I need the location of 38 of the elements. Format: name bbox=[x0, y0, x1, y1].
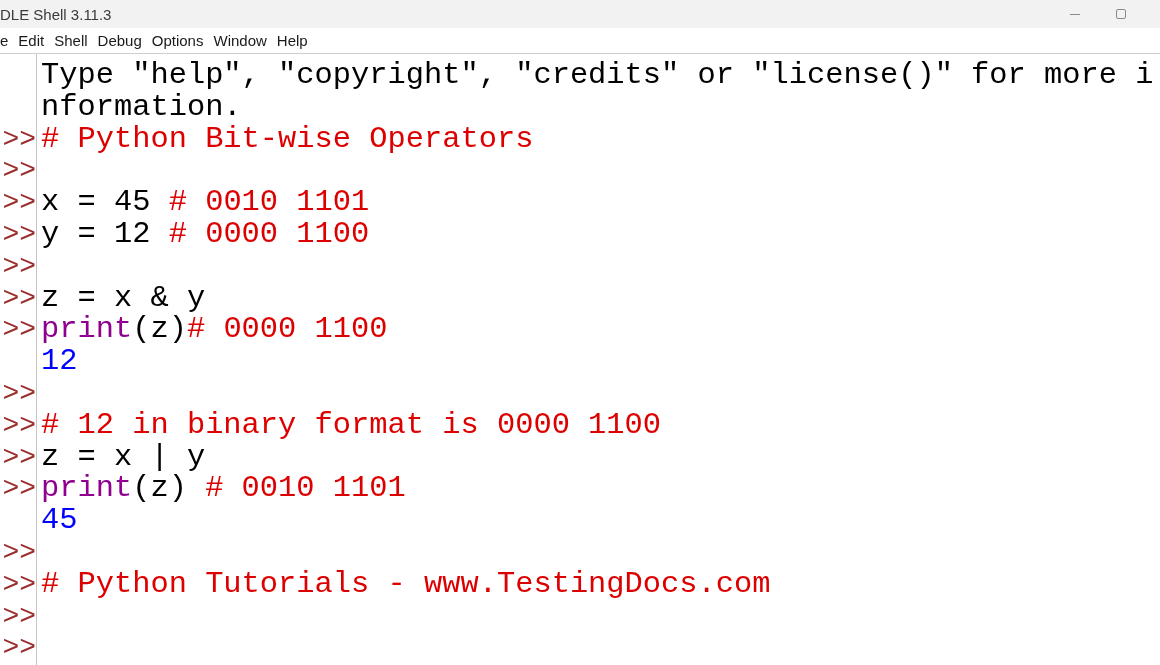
code-line: print(z)# 0000 1100 bbox=[41, 312, 388, 347]
code-line: z = x | y bbox=[41, 439, 206, 474]
maximize-icon bbox=[1116, 9, 1126, 19]
code-line: print(z) # 0010 1101 bbox=[41, 471, 406, 506]
code-line: # Python Tutorials - www.TestingDocs.com bbox=[41, 566, 771, 601]
prompt: >> bbox=[2, 473, 36, 506]
prompt: >> bbox=[2, 123, 36, 156]
prompt: >> bbox=[2, 314, 36, 347]
banner-text: nformation. bbox=[41, 89, 242, 124]
menu-item[interactable]: Window bbox=[213, 30, 267, 51]
prompt: >> bbox=[2, 219, 36, 251]
prompt: >> bbox=[2, 536, 36, 569]
menu-item[interactable]: Edit bbox=[18, 30, 45, 51]
code-line: y = 12 # 0000 1100 bbox=[41, 217, 370, 251]
menu-item[interactable]: Debug bbox=[97, 30, 142, 51]
code-line: x = 45 # 0010 1101 bbox=[41, 185, 370, 220]
output-line: 45 bbox=[41, 503, 78, 538]
menu-item[interactable]: Help bbox=[276, 30, 308, 51]
prompt: >> bbox=[2, 632, 36, 665]
output-line: 12 bbox=[41, 344, 78, 379]
minimize-icon bbox=[1070, 13, 1080, 15]
prompt: >> bbox=[2, 568, 36, 601]
code-line: # Python Bit-wise Operators bbox=[41, 121, 534, 156]
menu-item[interactable]: Shell bbox=[54, 30, 88, 51]
prompt: >> bbox=[2, 155, 36, 188]
menu-item[interactable]: e bbox=[0, 30, 9, 51]
prompt: >> bbox=[2, 282, 36, 315]
code-line: # 12 in binary format is 0000 1100 bbox=[41, 407, 662, 442]
menu-item[interactable]: Options bbox=[151, 30, 204, 51]
prompt: >> bbox=[2, 250, 36, 283]
code-line: z = x & y bbox=[41, 280, 206, 315]
prompt: >> bbox=[2, 377, 36, 410]
prompt: >> bbox=[2, 600, 36, 633]
prompt: >> bbox=[2, 187, 36, 219]
prompt: >> bbox=[2, 409, 36, 442]
prompt: >> bbox=[2, 441, 36, 474]
window-title: DLE Shell 3.11.3 bbox=[0, 5, 112, 23]
banner-text: Type "help", "copyright", "credits" or "license()" for more i bbox=[41, 58, 1154, 92]
